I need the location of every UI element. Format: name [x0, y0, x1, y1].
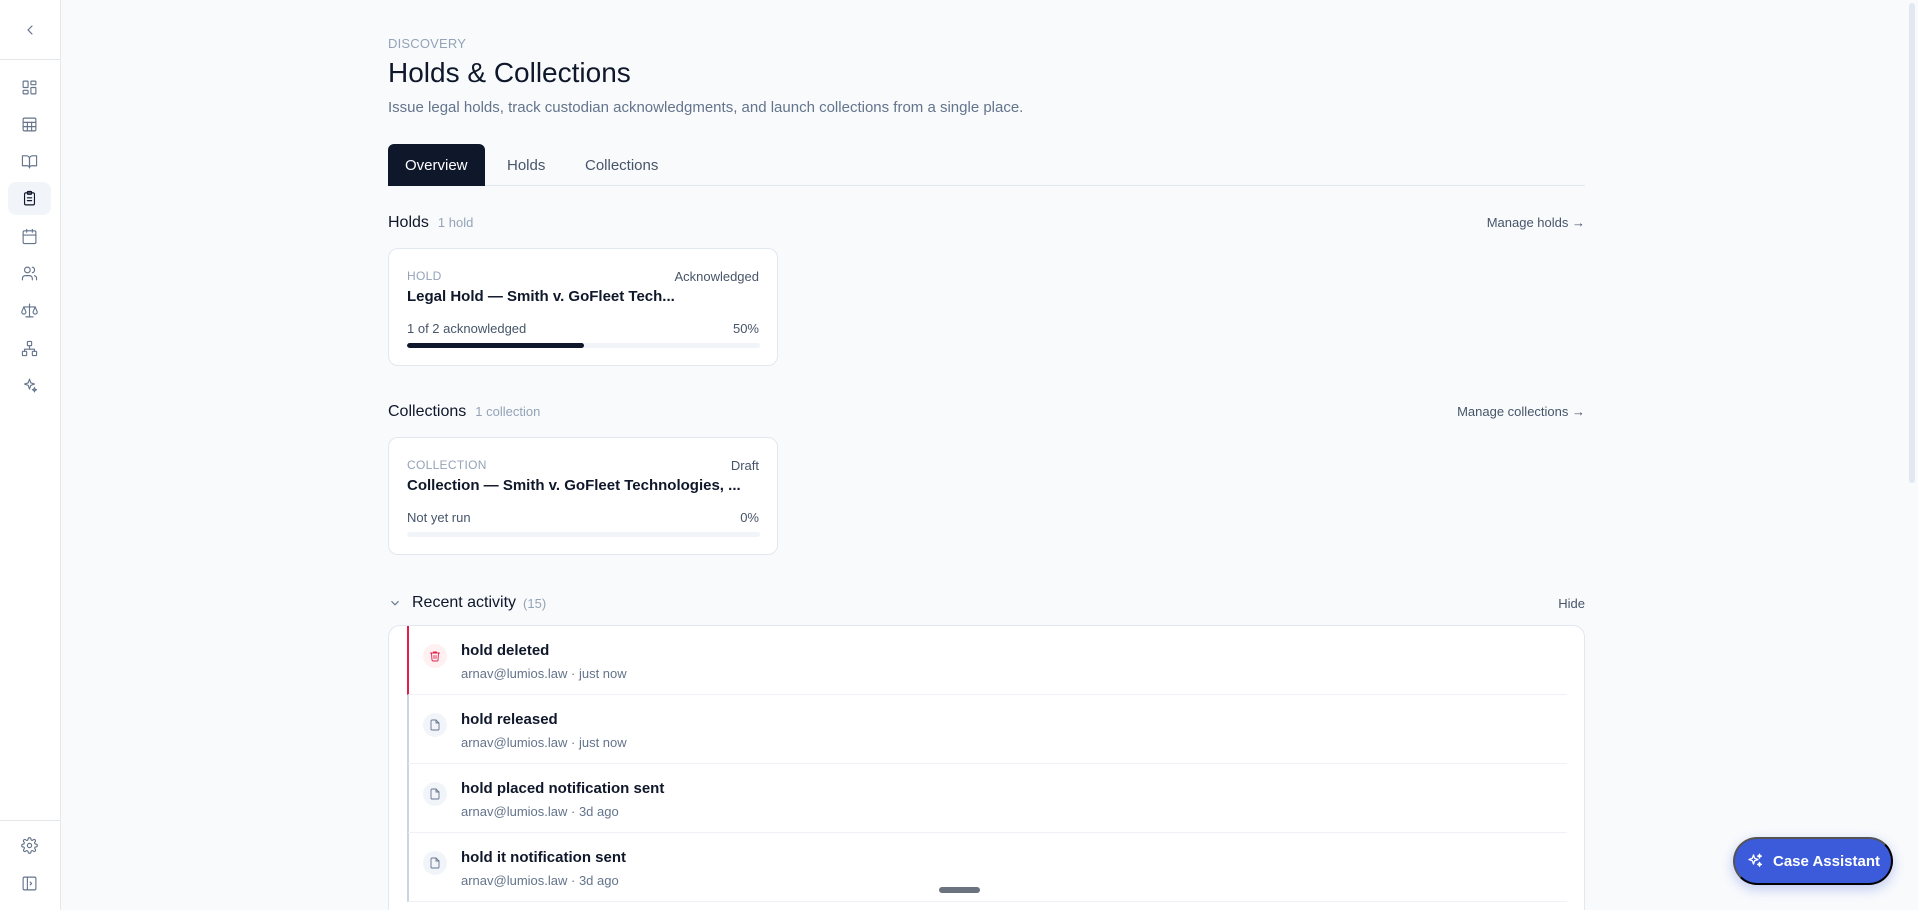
hold-card-status: Acknowledged — [674, 269, 759, 284]
holds-count: 1 hold — [437, 215, 474, 230]
collections-section-title: Collections — [388, 403, 467, 420]
layout-dashboard-icon — [21, 79, 38, 96]
activity-title-text: hold deleted — [461, 642, 550, 659]
hold-progress-percent: 50% — [732, 321, 759, 336]
trash-icon — [423, 644, 447, 668]
activity-title-text: hold released — [461, 711, 558, 728]
collection-card-status: Draft — [730, 458, 759, 473]
users-icon — [21, 265, 38, 282]
activity-item[interactable]: hold placed notification sent arnav@lumi… — [407, 764, 1567, 833]
sidebar — [0, 0, 61, 910]
collapse-sidebar-button[interactable] — [0, 0, 60, 60]
tab-overview[interactable]: Overview — [388, 144, 485, 186]
case-assistant-label: Case Assistant — [1773, 852, 1880, 870]
activity-count: (15) — [523, 595, 547, 611]
sparkles-icon — [21, 377, 38, 394]
collection-card-type: COLLECTION — [407, 458, 487, 472]
sidebar-item-hierarchy[interactable] — [8, 332, 51, 365]
sparkles-icon — [1746, 852, 1764, 870]
collections-section-header: Collections 1 collection Manage collecti… — [388, 403, 1585, 423]
holds-section-title: Holds — [388, 214, 429, 231]
tab-bar: Overview Holds Collections — [388, 144, 1585, 186]
tab-collections[interactable]: Collections — [568, 144, 675, 186]
toggle-panel-button[interactable] — [8, 867, 51, 900]
collection-card[interactable]: COLLECTION Draft Collection — Smith v. G… — [388, 437, 778, 555]
sidebar-item-table[interactable] — [8, 108, 51, 141]
sidebar-item-ai[interactable] — [8, 369, 51, 402]
calendar-icon — [21, 228, 38, 245]
sidebar-panel-icon — [21, 875, 38, 892]
sidebar-item-dashboard[interactable] — [8, 71, 51, 104]
hold-progress-label: 1 of 2 acknowledged — [407, 321, 527, 336]
page-scrollbar[interactable] — [1906, 0, 1918, 910]
section-eyebrow: DISCOVERY — [388, 36, 467, 51]
chevron-down-icon[interactable] — [388, 596, 402, 610]
collections-count: 1 collection — [475, 404, 541, 419]
collection-card-name: Collection — Smith v. GoFleet Technologi… — [407, 477, 741, 494]
sidebar-item-scales[interactable] — [8, 294, 51, 327]
page-subtitle: Issue legal holds, track custodian ackno… — [388, 99, 1024, 116]
scale-icon — [21, 302, 38, 319]
file-icon — [423, 782, 447, 806]
clipboard-icon — [21, 190, 38, 207]
gear-icon — [21, 837, 38, 854]
activity-item[interactable]: hold released arnav@lumios.law · just no… — [407, 695, 1567, 764]
activity-item[interactable]: hold it notification sent arnav@lumios.l… — [407, 833, 1567, 902]
activity-meta: arnav@lumios.law · just now — [461, 666, 627, 681]
activity-meta: arnav@lumios.law · just now — [461, 735, 627, 750]
sidebar-item-calendar[interactable] — [8, 220, 51, 253]
activity-meta: arnav@lumios.law · 3d ago — [461, 804, 619, 819]
hold-progress-bar — [407, 343, 760, 348]
settings-button[interactable] — [8, 829, 51, 862]
activity-item[interactable]: hold deleted arnav@lumios.law · just now — [407, 626, 1567, 695]
manage-collections-link[interactable]: Manage collections → — [1457, 404, 1585, 419]
hold-progress-fill — [407, 343, 584, 348]
network-icon — [21, 340, 38, 357]
drag-handle[interactable] — [939, 887, 980, 893]
activity-meta: arnav@lumios.law · 3d ago — [461, 873, 619, 888]
activity-hide-button[interactable]: Hide — [1558, 596, 1585, 611]
sidebar-item-library[interactable] — [8, 145, 51, 178]
sidebar-item-people[interactable] — [8, 257, 51, 290]
hold-card-name: Legal Hold — Smith v. GoFleet Tech... — [407, 288, 675, 305]
page-title: Holds & Collections — [388, 57, 631, 88]
holds-section-header: Holds 1 hold Manage holds → — [388, 214, 1585, 234]
case-assistant-button[interactable]: Case Assistant — [1733, 837, 1893, 885]
collection-progress-bar — [407, 532, 760, 537]
tab-holds[interactable]: Holds — [490, 144, 562, 186]
collection-progress-percent: 0% — [740, 510, 759, 525]
collection-progress-label: Not yet run — [407, 510, 471, 525]
file-icon — [423, 851, 447, 875]
scrollbar-thumb[interactable] — [1909, 3, 1915, 483]
table-icon — [21, 116, 38, 133]
activity-list: hold deleted arnav@lumios.law · just now… — [388, 625, 1585, 910]
activity-header: Recent activity (15) Hide — [388, 593, 1585, 613]
activity-title: Recent activity — [412, 594, 517, 611]
sidebar-item-holds[interactable] — [8, 182, 51, 215]
book-open-icon — [21, 153, 38, 170]
manage-holds-link[interactable]: Manage holds → — [1487, 215, 1585, 230]
activity-title-text: hold placed notification sent — [461, 780, 665, 797]
file-icon — [423, 713, 447, 737]
hold-card-type: HOLD — [407, 269, 442, 283]
sidebar-divider — [0, 820, 60, 821]
activity-title-text: hold it notification sent — [461, 849, 626, 866]
chevron-left-icon — [22, 22, 38, 38]
hold-card[interactable]: HOLD Acknowledged Legal Hold — Smith v. … — [388, 248, 778, 366]
